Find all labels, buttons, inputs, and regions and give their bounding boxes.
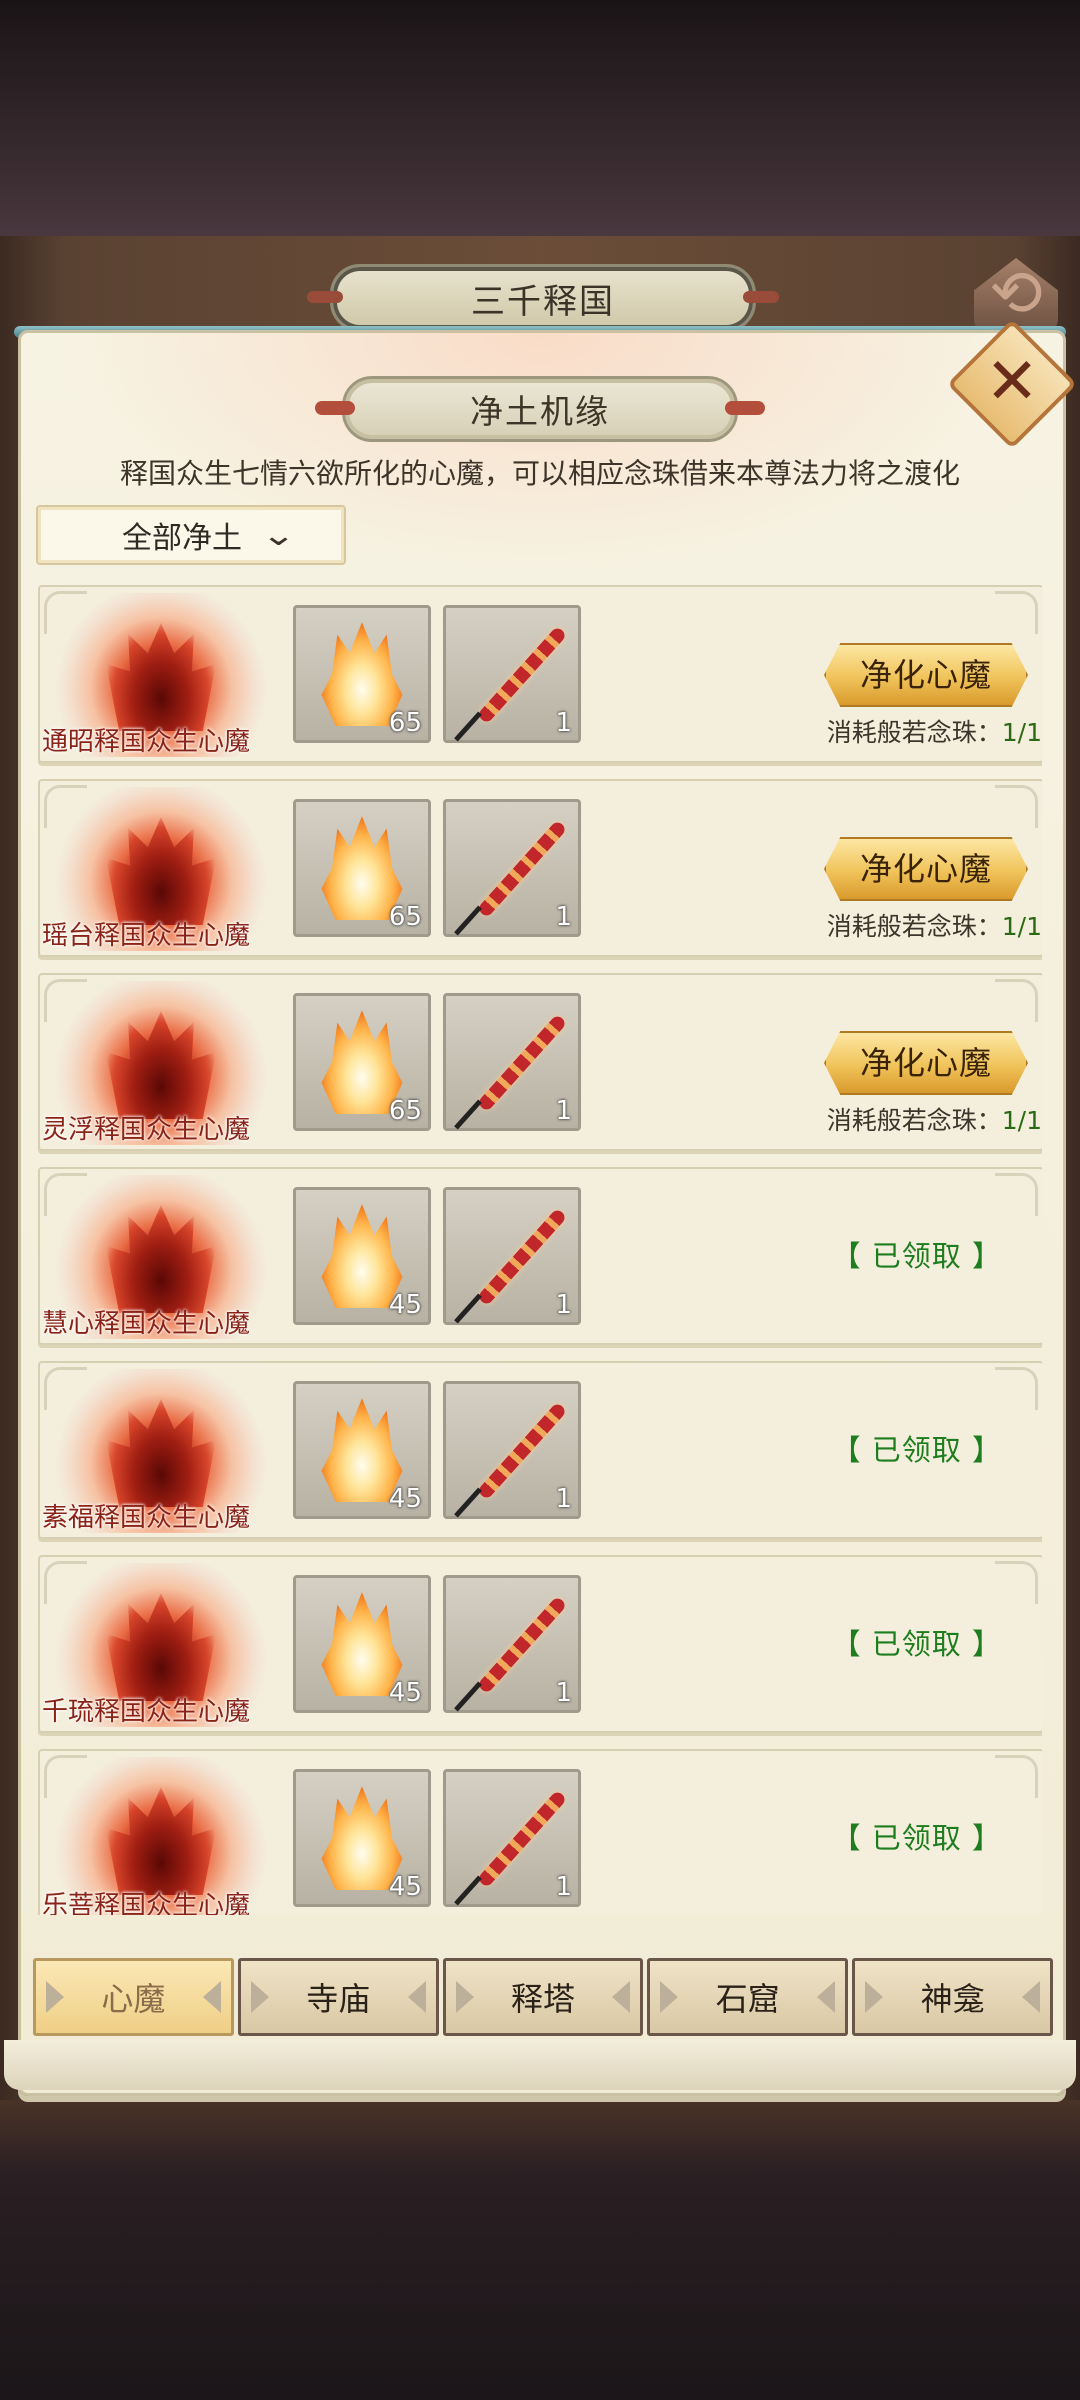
prayer-stick-item[interactable]: 1 xyxy=(443,993,581,1131)
corner-ornament xyxy=(995,591,1038,634)
cost-value: 1/1 xyxy=(1001,718,1042,747)
cost-label: 消耗般若念珠： xyxy=(826,718,1002,747)
demon-name: 乐菩释国众生心魔 xyxy=(42,1891,251,1915)
flame-essence-item[interactable]: 45 xyxy=(293,1381,431,1519)
item-count: 1 xyxy=(555,1096,572,1126)
purify-demon-button[interactable]: 净化心魔 xyxy=(824,643,1028,707)
flame-essence-item[interactable]: 65 xyxy=(293,799,431,937)
claimed-status: 【 已领取 】 xyxy=(831,1821,1002,1855)
corner-ornament xyxy=(995,1755,1038,1798)
cost-text: 消耗般若念珠：1/1 xyxy=(827,713,1042,749)
list-item: 慧心释国众生心魔 45 1 【 已领取 】 xyxy=(38,1167,1042,1345)
panel-description: 释国众生七情六欲所化的心魔，可以相应念珠借来本尊法力将之渡化 xyxy=(119,457,960,490)
item-count: 1 xyxy=(555,708,572,738)
prayer-stick-icon xyxy=(476,1401,568,1501)
panel-title: 净土机缘 xyxy=(470,392,610,431)
tab-label: 神龛 xyxy=(920,1980,985,2018)
claimed-status: 【 已领取 】 xyxy=(831,1627,1002,1661)
prayer-stick-icon xyxy=(476,1013,568,1113)
corner-ornament xyxy=(995,1561,1038,1604)
demon-name: 千琉释国众生心魔 xyxy=(42,1697,251,1727)
prayer-stick-item[interactable]: 1 xyxy=(443,799,581,937)
cost-value: 1/1 xyxy=(1001,1106,1042,1135)
item-count: 1 xyxy=(555,902,572,932)
item-count: 1 xyxy=(555,1484,572,1514)
flame-essence-item[interactable]: 45 xyxy=(293,1575,431,1713)
list-item: 灵浮释国众生心魔 65 1 净化心魔 消耗般若念珠：1/1 xyxy=(38,973,1042,1151)
item-count: 1 xyxy=(555,1678,572,1708)
cost-text: 消耗般若念珠：1/1 xyxy=(827,907,1042,943)
demon-name: 灵浮释国众生心魔 xyxy=(42,1115,251,1145)
tab-label: 心魔 xyxy=(101,1980,166,2018)
prayer-stick-icon xyxy=(476,1595,568,1695)
demon-name: 瑶台释国众生心魔 xyxy=(42,921,251,951)
flame-essence-item[interactable]: 45 xyxy=(293,1187,431,1325)
corner-ornament xyxy=(995,979,1038,1022)
purify-demon-button[interactable]: 净化心魔 xyxy=(824,837,1028,901)
header-title-banner: 三千释国 xyxy=(307,264,779,332)
flame-essence-item[interactable]: 65 xyxy=(293,993,431,1131)
list-item: 素福释国众生心魔 45 1 【 已领取 】 xyxy=(38,1361,1042,1539)
item-count: 1 xyxy=(555,1290,572,1320)
pure-land-filter-dropdown[interactable]: 全部净土 ⌄ xyxy=(36,505,346,565)
list-item: 千琉释国众生心魔 45 1 【 已领取 】 xyxy=(38,1555,1042,1733)
prayer-stick-icon xyxy=(476,819,568,919)
cost-label: 消耗般若念珠： xyxy=(826,912,1002,941)
cost-text: 消耗般若念珠：1/1 xyxy=(827,1101,1042,1137)
list-item: 瑶台释国众生心魔 65 1 净化心魔 消耗般若念珠：1/1 xyxy=(38,779,1042,957)
item-count: 65 xyxy=(388,902,422,932)
prayer-stick-item[interactable]: 1 xyxy=(443,605,581,743)
flame-essence-item[interactable]: 45 xyxy=(293,1769,431,1907)
tab-1[interactable]: 寺庙 xyxy=(237,1958,439,2036)
corner-ornament xyxy=(995,785,1038,828)
tab-2[interactable]: 释塔 xyxy=(442,1958,644,2036)
prayer-stick-item[interactable]: 1 xyxy=(443,1381,581,1519)
item-count: 45 xyxy=(388,1484,422,1514)
demon-name: 通昭释国众生心魔 xyxy=(42,727,251,757)
corner-ornament xyxy=(995,1367,1038,1410)
item-count: 45 xyxy=(388,1872,422,1902)
demon-name: 慧心释国众生心魔 xyxy=(42,1309,251,1339)
item-count: 45 xyxy=(388,1678,422,1708)
list-item: 乐菩释国众生心魔 45 1 【 已领取 】 xyxy=(38,1749,1042,1915)
background-top xyxy=(0,0,1080,240)
prayer-stick-icon xyxy=(476,1207,568,1307)
tab-label: 释塔 xyxy=(510,1980,575,2018)
background-bottom xyxy=(0,2100,1080,2400)
prayer-stick-icon xyxy=(476,625,568,725)
tab-label: 寺庙 xyxy=(306,1980,371,2018)
tab-3[interactable]: 石窟 xyxy=(647,1958,849,2036)
item-count: 65 xyxy=(388,708,422,738)
prayer-stick-item[interactable]: 1 xyxy=(443,1187,581,1325)
list-item: 通昭释国众生心魔 65 1 净化心魔 消耗般若念珠：1/1 xyxy=(38,585,1042,763)
claimed-status: 【 已领取 】 xyxy=(831,1433,1002,1467)
prayer-stick-item[interactable]: 1 xyxy=(443,1575,581,1713)
close-icon[interactable]: ✕ xyxy=(966,338,1058,430)
prayer-stick-item[interactable]: 1 xyxy=(443,1769,581,1907)
panel-title-banner: 净土机缘 xyxy=(315,376,765,442)
demon-name: 素福释国众生心魔 xyxy=(42,1503,251,1533)
tab-0[interactable]: 心魔 xyxy=(33,1958,234,2036)
panel-bottom-edge xyxy=(4,2040,1076,2090)
item-count: 45 xyxy=(388,1290,422,1320)
corner-ornament xyxy=(995,1173,1038,1216)
demon-list[interactable]: 通昭释国众生心魔 65 1 净化心魔 消耗般若念珠：1/1 瑶台释国众生心魔 6… xyxy=(38,585,1042,1915)
tab-label: 石窟 xyxy=(715,1980,780,2018)
chevron-down-icon: ⌄ xyxy=(260,517,297,553)
claimed-status: 【 已领取 】 xyxy=(831,1239,1002,1273)
flame-essence-item[interactable]: 65 xyxy=(293,605,431,743)
filter-selected-value: 全部净土 xyxy=(122,521,242,556)
tab-4[interactable]: 神龛 xyxy=(852,1958,1053,2036)
item-count: 65 xyxy=(388,1096,422,1126)
prayer-stick-icon xyxy=(476,1789,568,1889)
purify-demon-button[interactable]: 净化心魔 xyxy=(824,1031,1028,1095)
header-title: 三千释国 xyxy=(471,281,615,322)
cost-label: 消耗般若念珠： xyxy=(826,1106,1002,1135)
cost-value: 1/1 xyxy=(1001,912,1042,941)
item-count: 1 xyxy=(555,1872,572,1902)
bottom-tab-bar: 心魔 寺庙 释塔 石窟 神龛 xyxy=(33,1958,1053,2036)
